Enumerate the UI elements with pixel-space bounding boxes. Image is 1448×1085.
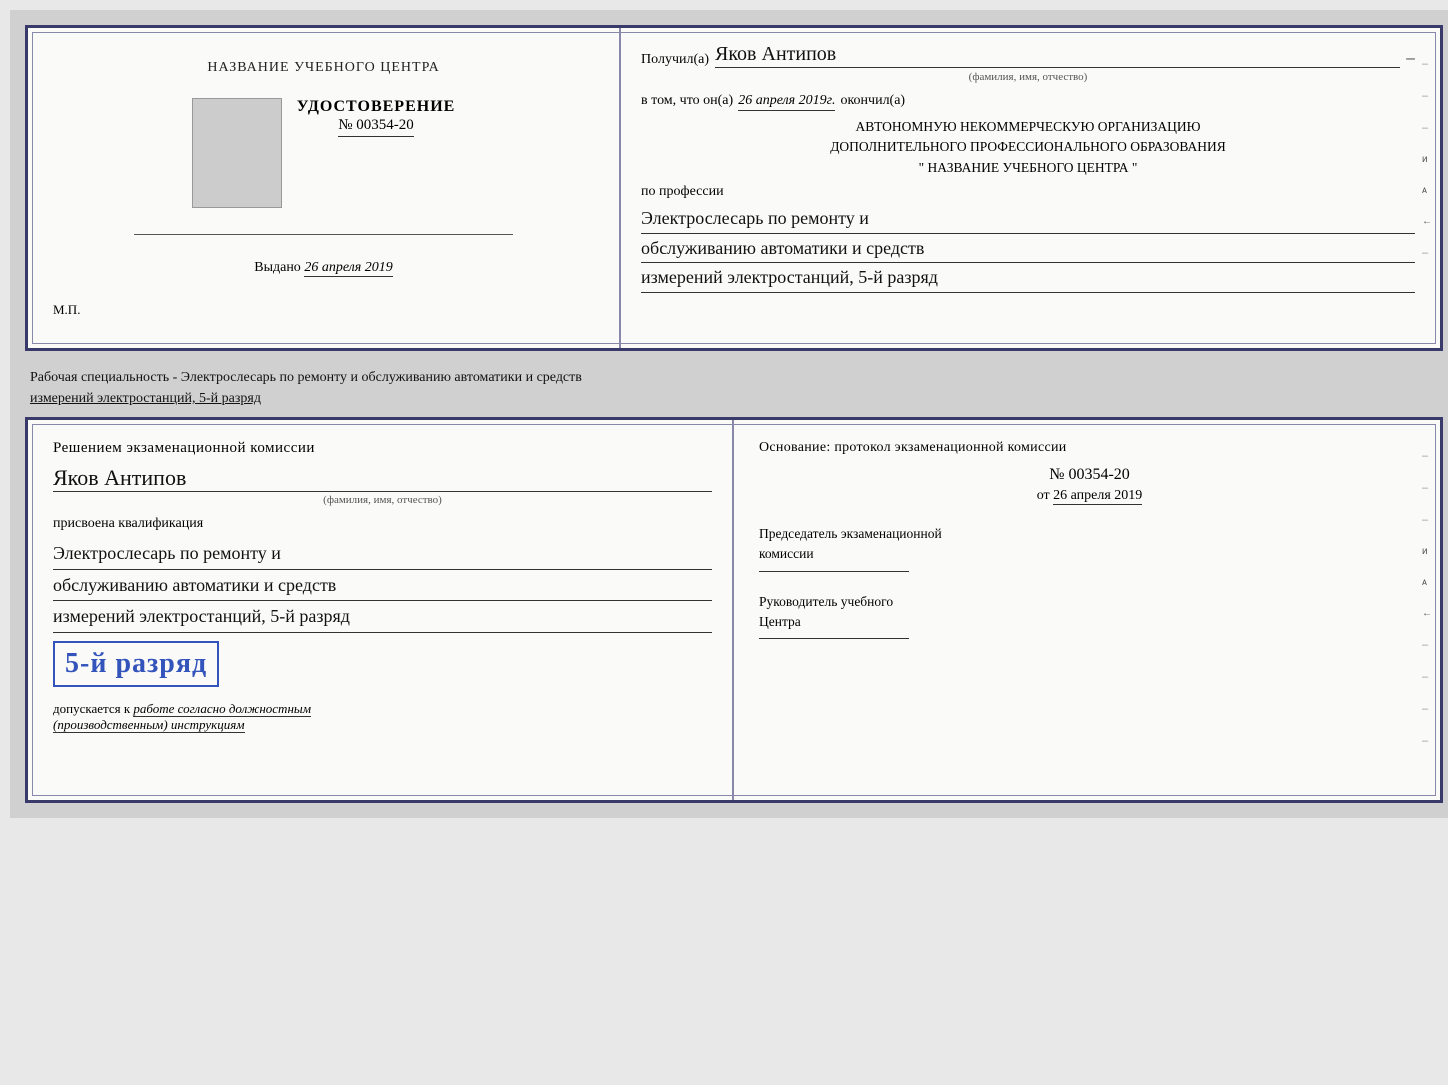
page-wrapper: НАЗВАНИЕ УЧЕБНОГО ЦЕНТРА УДОСТОВЕРЕНИЕ №… — [10, 10, 1448, 818]
cert-udost-block: УДОСТОВЕРЕНИЕ № 00354-20 — [297, 98, 456, 137]
cert-right-panel: Получил(а) Яков Антипов – (фамилия, имя,… — [621, 28, 1440, 348]
protocol-number: № 00354-20 — [759, 466, 1420, 484]
profession-handwritten: Электрослесарь по ремонту и обслуживанию… — [641, 204, 1415, 293]
issued-label: Выдано — [254, 260, 301, 275]
org-line1: АВТОНОМНУЮ НЕКОММЕРЧЕСКУЮ ОРГАНИЗАЦИЮ — [641, 117, 1415, 137]
kvalif-line2: обслуживанию автоматики и средств — [53, 570, 712, 602]
mp-label: М.П. — [53, 302, 80, 318]
cert-bottom: Решением экзаменационной комиссии Яков А… — [25, 417, 1443, 803]
profession-line3: измерений электростанций, 5-й разряд — [641, 263, 1415, 293]
issued-date: 26 апреля 2019 — [304, 260, 392, 277]
udost-title: УДОСТОВЕРЕНИЕ — [297, 98, 456, 116]
cert-bottom-left: Решением экзаменационной комиссии Яков А… — [28, 420, 734, 800]
org-block: АВТОНОМНУЮ НЕКОММЕРЧЕСКУЮ ОРГАНИЗАЦИЮ ДО… — [641, 117, 1415, 178]
person-name-bottom: Яков Антипов — [53, 465, 712, 492]
date-prefix: в том, что он(а) — [641, 93, 733, 109]
dopusk-label: допускается к — [53, 701, 130, 716]
cert-bottom-right: Основание: протокол экзаменационной коми… — [734, 420, 1440, 800]
org-name-top: НАЗВАНИЕ УЧЕБНОГО ЦЕНТРА — [207, 58, 439, 78]
rukovoditel-block: Руководитель учебного Центра — [759, 592, 1420, 640]
kvalif-handwritten: Электрослесарь по ремонту и обслуживанию… — [53, 538, 712, 633]
middle-text-line2: измерений электростанций, 5-й разряд — [30, 391, 261, 406]
recipient-name: Яков Антипов — [715, 43, 1400, 68]
rukovoditel-title: Руководитель учебного — [759, 592, 1420, 612]
dopuskaetsya-line: допускается к работе согласно должностны… — [53, 701, 712, 733]
rukovoditel-signature-line — [759, 638, 909, 639]
chairman-block: Председатель экзаменационной комиссии — [759, 524, 1420, 572]
cert-number: № 00354-20 — [338, 117, 414, 137]
side-marks-bottom: ––– и ᴀ ← – – – – — [1422, 450, 1432, 747]
recipient-label: Получил(а) — [641, 52, 709, 68]
cert-issued-line: Выдано 26 апреля 2019 — [254, 260, 393, 276]
kvalif-label: присвоена квалификация — [53, 516, 712, 532]
chairman-signature-line — [759, 571, 909, 572]
kvalif-line1: Электрослесарь по ремонту и — [53, 538, 712, 570]
razryad-box: 5-й разряд — [53, 641, 219, 687]
date-line: в том, что он(а) 26 апреля 2019г. окончи… — [641, 93, 1415, 111]
cert-top: НАЗВАНИЕ УЧЕБНОГО ЦЕНТРА УДОСТОВЕРЕНИЕ №… — [25, 25, 1443, 351]
middle-text: Рабочая специальность - Электрослесарь п… — [25, 359, 1443, 417]
protocol-date: от 26 апреля 2019 — [759, 488, 1420, 504]
razryad-label: 5-й разряд — [65, 648, 207, 679]
date-suffix: окончил(а) — [840, 93, 905, 109]
komissia-title: Решением экзаменационной комиссии — [53, 440, 712, 457]
profession-line1: Электрослесарь по ремонту и — [641, 204, 1415, 234]
org-line2: ДОПОЛНИТЕЛЬНОГО ПРОФЕССИОНАЛЬНОГО ОБРАЗО… — [641, 137, 1415, 157]
side-marks: ––– и ᴀ ← – — [1422, 58, 1432, 259]
protocol-date-prefix: от — [1037, 488, 1050, 503]
org-line3: " НАЗВАНИЕ УЧЕБНОГО ЦЕНТРА " — [641, 158, 1415, 178]
cert-photo — [192, 98, 282, 208]
fio-hint-top: (фамилия, имя, отчество) — [641, 71, 1415, 83]
profession-line2: обслуживанию автоматики и средств — [641, 234, 1415, 264]
rukovoditel-title2: Центра — [759, 612, 1420, 632]
dopusk-text: работе согласно должностным — [133, 701, 311, 717]
fio-hint-bottom: (фамилия, имя, отчество) — [53, 494, 712, 506]
recipient-line: Получил(а) Яков Антипов – — [641, 43, 1415, 68]
cert-left-panel: НАЗВАНИЕ УЧЕБНОГО ЦЕНТРА УДОСТОВЕРЕНИЕ №… — [28, 28, 621, 348]
date-value: 26 апреля 2019г. — [738, 93, 835, 111]
profession-label: по профессии — [641, 184, 1415, 200]
osnov-label: Основание: протокол экзаменационной коми… — [759, 440, 1420, 456]
kvalif-line3: измерений электростанций, 5-й разряд — [53, 601, 712, 633]
protocol-date-value: 26 апреля 2019 — [1053, 488, 1142, 505]
chairman-title: Председатель экзаменационной — [759, 524, 1420, 544]
middle-text-line1: Рабочая специальность - Электрослесарь п… — [30, 370, 582, 385]
chairman-title2: комиссии — [759, 544, 1420, 564]
dopusk-text2: (производственным) инструкциям — [53, 717, 245, 733]
